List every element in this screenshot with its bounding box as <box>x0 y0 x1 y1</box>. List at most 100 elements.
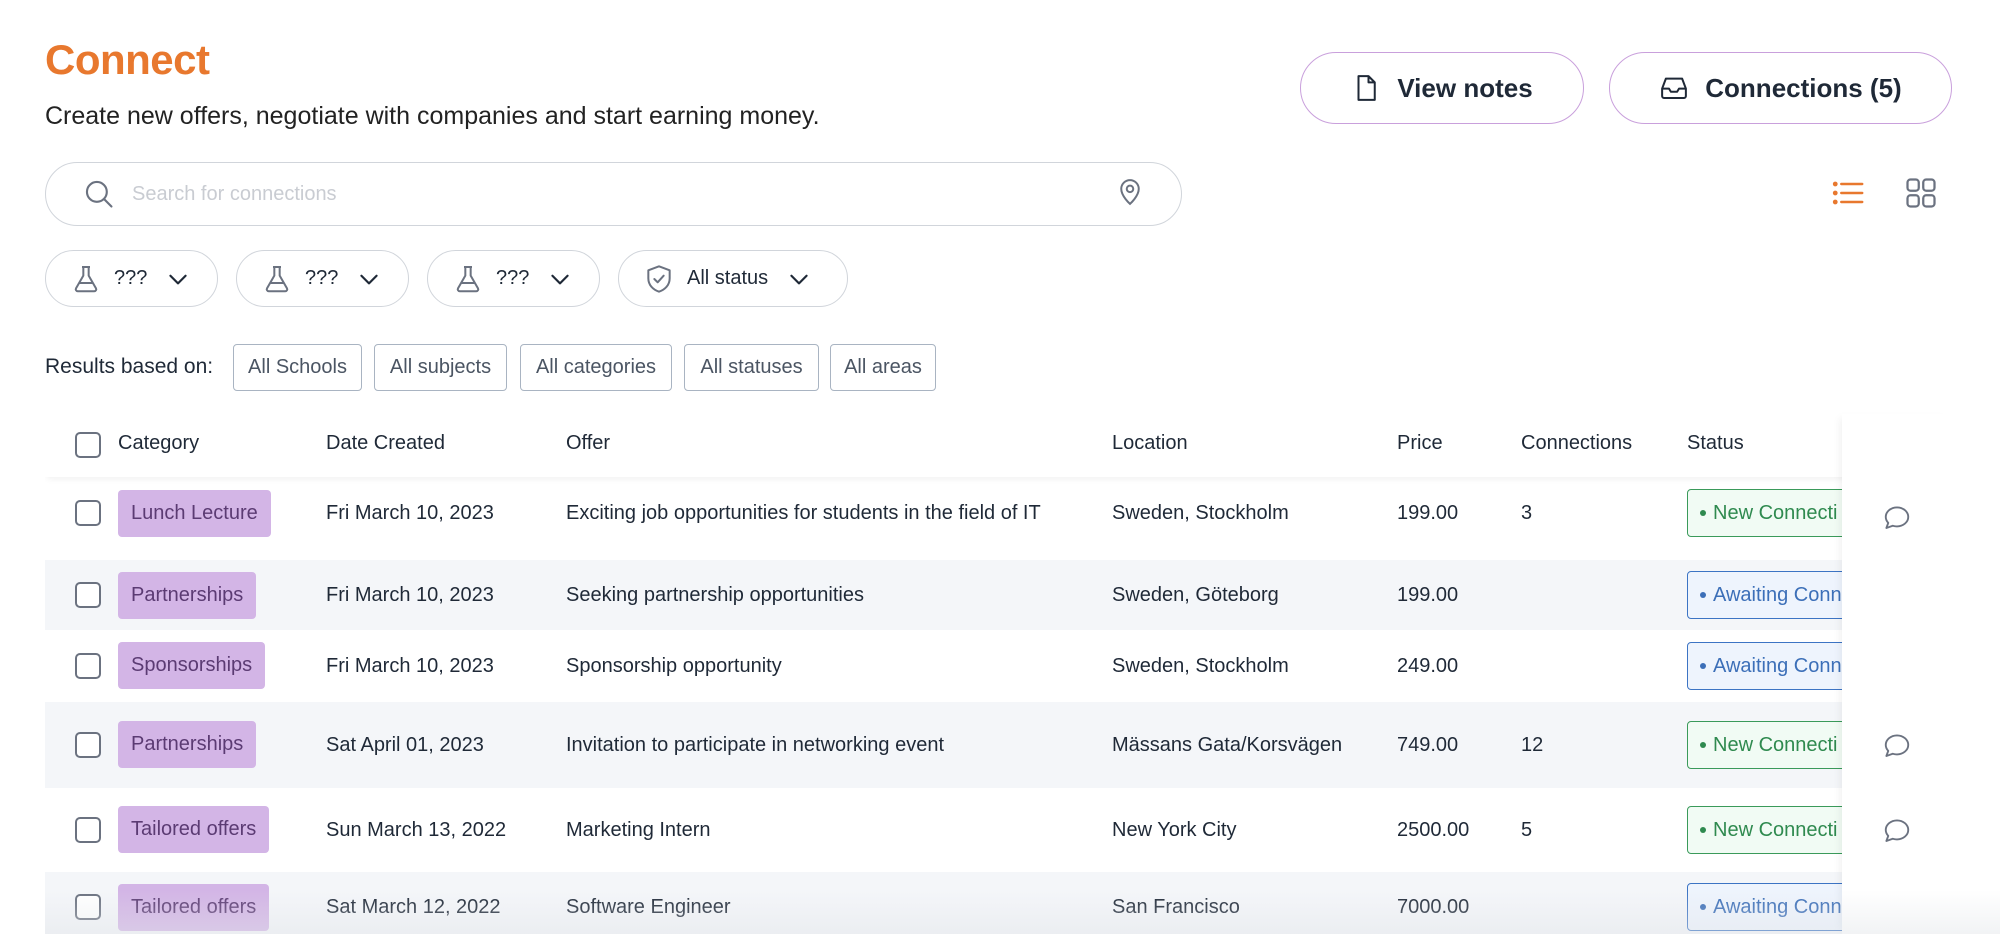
price-cell: 2500.00 <box>1397 819 1470 841</box>
category-badge: Partnerships <box>118 572 257 619</box>
category-badge: Partnerships <box>118 721 257 768</box>
offer-cell: Marketing Intern <box>566 819 711 841</box>
column-header-price[interactable]: Price <box>1397 432 1443 455</box>
location-cell: Sweden, Göteborg <box>1112 584 1279 606</box>
table-row[interactable]: Partnerships Sat April 01, 2023 Invitati… <box>45 702 1952 788</box>
results-chip-schools[interactable]: All Schools <box>233 344 362 391</box>
column-header-offer[interactable]: Offer <box>566 432 610 455</box>
page-title: Connect <box>45 36 210 83</box>
shield-check-icon <box>647 264 671 293</box>
row-checkbox[interactable] <box>75 817 101 843</box>
chevron-down-icon <box>790 274 808 284</box>
chevron-down-icon <box>551 274 570 284</box>
location-cell: Mässans Gata/Korsvägen <box>1112 734 1343 756</box>
connections-cell: 12 <box>1521 734 1544 756</box>
location-pin-icon[interactable] <box>1115 177 1149 211</box>
results-chip-subjects[interactable]: All subjects <box>374 344 507 391</box>
price-cell: 199.00 <box>1397 584 1459 606</box>
view-notes-button[interactable]: View notes <box>1300 52 1584 124</box>
table-row[interactable]: Tailored offers Sat March 12, 2022 Softw… <box>45 872 1952 934</box>
offer-cell: Software Engineer <box>566 896 731 918</box>
row-checkbox[interactable] <box>75 500 101 526</box>
grid-view-icon[interactable] <box>1903 175 1939 211</box>
status-text: New Connecti <box>1713 733 1838 756</box>
connections-cell: 5 <box>1521 819 1533 841</box>
date-cell: Sat April 01, 2023 <box>326 734 484 756</box>
table-header: Category Date Created Offer Location Pri… <box>45 412 1952 477</box>
status-text: Awaiting Conn <box>1713 583 1842 606</box>
filter-label: ??? <box>114 267 148 289</box>
table-row[interactable]: Sponsorships Fri March 10, 2023 Sponsors… <box>45 630 1952 702</box>
search-bar <box>45 162 1182 226</box>
column-header-date[interactable]: Date Created <box>326 432 445 455</box>
results-label: Results based on: <box>45 355 214 378</box>
filter-label: ??? <box>496 267 530 289</box>
price-cell: 249.00 <box>1397 655 1459 677</box>
chat-icon[interactable] <box>1882 816 1912 846</box>
category-badge: Lunch Lecture <box>118 490 271 537</box>
status-filter-dropdown[interactable]: All status <box>618 250 848 307</box>
category-badge: Sponsorships <box>118 642 266 689</box>
chevron-down-icon <box>169 274 188 284</box>
filter-dropdown-1[interactable]: ??? <box>45 250 218 307</box>
table-row[interactable]: Partnerships Fri March 10, 2023 Seeking … <box>45 560 1952 630</box>
inbox-icon <box>1659 73 1689 103</box>
chevron-down-icon <box>360 274 379 284</box>
filter-dropdown-3[interactable]: ??? <box>427 250 600 307</box>
date-cell: Fri March 10, 2023 <box>326 502 494 524</box>
flask-icon <box>74 265 98 292</box>
results-chip-areas[interactable]: All areas <box>830 344 936 391</box>
table-row[interactable]: Tailored offers Sun March 13, 2022 Marke… <box>45 788 1952 872</box>
status-text: New Connecti <box>1713 501 1838 524</box>
offer-cell: Seeking partnership opportunities <box>566 584 864 606</box>
view-notes-label: View notes <box>1397 72 1533 103</box>
location-cell: Sweden, Stockholm <box>1112 502 1289 524</box>
row-checkbox[interactable] <box>75 894 101 920</box>
flask-icon <box>456 265 480 292</box>
chat-icon[interactable] <box>1882 503 1912 533</box>
offer-cell: Invitation to participate in networking … <box>566 734 944 756</box>
results-chip-statuses[interactable]: All statuses <box>684 344 819 391</box>
connections-cell: 3 <box>1521 502 1533 524</box>
price-cell: 749.00 <box>1397 734 1459 756</box>
location-cell: New York City <box>1112 819 1237 841</box>
chat-icon[interactable] <box>1882 731 1912 761</box>
date-cell: Fri March 10, 2023 <box>326 584 494 606</box>
filter-label: All status <box>687 267 769 289</box>
offers-table: Lunch Lecture Fri March 10, 2023 Excitin… <box>45 412 1952 934</box>
select-all-checkbox[interactable] <box>75 432 101 458</box>
location-cell: Sweden, Stockholm <box>1112 655 1289 677</box>
offer-cell: Exciting job opportunities for students … <box>566 502 1041 524</box>
filter-label: ??? <box>305 267 339 289</box>
results-chip-categories[interactable]: All categories <box>520 344 672 391</box>
column-header-category[interactable]: Category <box>118 432 199 455</box>
column-header-status[interactable]: Status <box>1687 432 1744 455</box>
category-badge: Tailored offers <box>118 884 270 931</box>
table-row[interactable]: Lunch Lecture Fri March 10, 2023 Excitin… <box>45 478 1952 548</box>
date-cell: Fri March 10, 2023 <box>326 655 494 677</box>
row-checkbox[interactable] <box>75 653 101 679</box>
status-text: New Connecti <box>1713 818 1838 841</box>
price-cell: 7000.00 <box>1397 896 1470 918</box>
document-icon <box>1351 73 1381 103</box>
status-text: Awaiting Conn <box>1713 654 1842 677</box>
list-view-icon[interactable] <box>1830 175 1866 211</box>
location-cell: San Francisco <box>1112 896 1240 918</box>
connections-label: Connections (5) <box>1705 72 1902 103</box>
connections-button[interactable]: Connections (5) <box>1609 52 1952 124</box>
flask-icon <box>265 265 289 292</box>
search-input[interactable] <box>132 182 1115 206</box>
search-icon <box>82 177 116 211</box>
filter-dropdown-2[interactable]: ??? <box>236 250 409 307</box>
row-checkbox[interactable] <box>75 732 101 758</box>
date-cell: Sun March 13, 2022 <box>326 819 507 841</box>
date-cell: Sat March 12, 2022 <box>326 896 501 918</box>
page-subtitle: Create new offers, negotiate with compan… <box>45 102 820 130</box>
column-header-location[interactable]: Location <box>1112 432 1188 455</box>
price-cell: 199.00 <box>1397 502 1459 524</box>
category-badge: Tailored offers <box>118 806 270 853</box>
column-header-connections[interactable]: Connections <box>1521 432 1632 455</box>
offer-cell: Sponsorship opportunity <box>566 655 782 677</box>
row-checkbox[interactable] <box>75 582 101 608</box>
status-text: Awaiting Conn <box>1713 895 1842 918</box>
